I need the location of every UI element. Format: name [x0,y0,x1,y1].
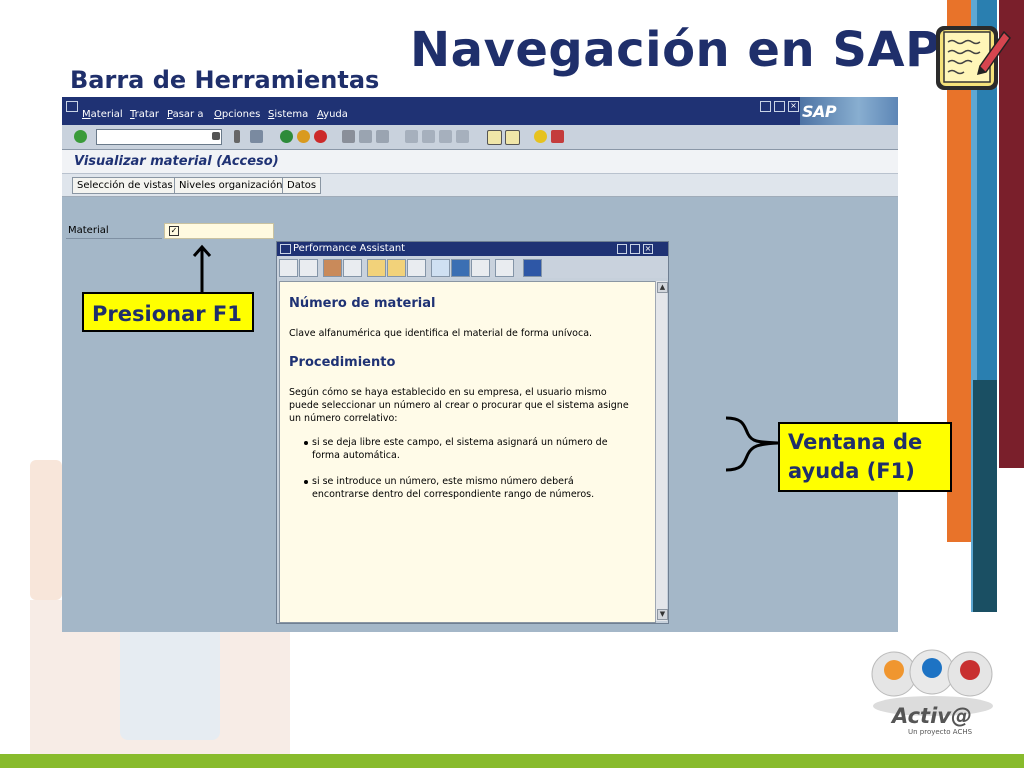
notepad-pencil-icon [936,26,1011,90]
slide-title: Navegación en SAP [410,22,941,78]
pa-content: Número de material Clave alfanumérica qu… [279,281,656,623]
bottom-bar [0,754,1024,768]
pa-settings-icon[interactable] [471,259,490,277]
menu-pasar-a[interactable]: Pasar a [167,109,203,120]
standard-toolbar [62,125,898,150]
minimize-icon[interactable] [760,101,771,112]
performance-assistant-window: Performance Assistant × Número de materi… [276,241,669,624]
bullet-dot [304,480,308,484]
menu-material[interactable]: Material [82,109,123,120]
background-decoration [30,460,62,600]
help-window-callout-line1: Ventana de [788,430,923,454]
label-underline [66,238,162,239]
pa-copy-icon[interactable] [407,259,426,277]
shortcut-icon[interactable] [505,130,520,145]
pa-toolbar [277,256,668,278]
prev-page-icon[interactable] [422,130,435,143]
niveles-organizacion-button[interactable]: Niveles organización [174,177,288,194]
sap-menubar: Material Tratar Pasar a Opciones Sistema… [62,97,898,125]
pa-book-icon[interactable] [431,259,450,277]
pa-titlebar: Performance Assistant × [277,242,668,256]
menu-tratar[interactable]: Tratar [130,109,159,120]
checkbox-icon: ✓ [169,226,179,236]
find-next-icon[interactable] [376,130,389,143]
pa-forward-icon[interactable] [299,259,318,277]
screen-title-area: Visualizar material (Acceso) [62,150,898,174]
application-toolbar: Selección de vistas Niveles organización… [62,174,898,197]
pa-bullet-item: si se deja libre este campo, el sistema … [312,437,608,461]
help-window-callout-line2: ayuda (F1) [788,459,915,483]
material-label: Material [68,225,109,236]
print-icon[interactable] [342,130,355,143]
pa-comments-icon[interactable] [387,259,406,277]
pa-text-procedure: Según cómo se haya establecido en su emp… [289,387,629,424]
pa-back-icon[interactable] [279,259,298,277]
scroll-up-icon[interactable]: ▲ [657,282,668,293]
help-icon[interactable] [534,130,547,143]
slide-subtitle: Barra de Herramientas [70,66,380,94]
menu-sistema[interactable]: Sistema [268,109,308,120]
pa-release-notes-icon[interactable] [343,259,362,277]
next-page-icon[interactable] [439,130,452,143]
enter-icon[interactable] [74,130,87,143]
pa-maximize-icon[interactable] [630,244,640,254]
pa-close-icon[interactable]: × [643,244,653,254]
cancel-icon[interactable] [314,130,327,143]
bullet-dot [304,441,308,445]
pa-window-icon [280,244,291,254]
sap-logo: SAP [802,102,837,121]
command-field[interactable] [96,129,222,145]
stripe-teal [973,380,997,612]
arrow-up-icon [192,244,212,292]
pa-technical-info-icon[interactable] [451,259,470,277]
pa-scrollbar[interactable]: ▲ ▼ [655,281,668,621]
menu-opciones[interactable]: Opciones [214,109,260,120]
layout-icon[interactable] [551,130,564,143]
pa-text-description: Clave alfanumérica que identifica el mat… [289,328,593,339]
close-icon[interactable]: × [788,101,799,112]
save-icon[interactable] [250,130,263,143]
history-icon[interactable] [212,132,220,140]
exit-icon[interactable] [297,130,310,143]
find-icon[interactable] [359,130,372,143]
pa-bullet-item: si se introduce un número, este mismo nú… [312,476,595,500]
new-session-icon[interactable] [487,130,502,145]
pa-edit-icon[interactable] [367,259,386,277]
activa-logo-text: Activ@ [892,704,972,728]
maximize-icon[interactable] [774,101,785,112]
menu-ayuda[interactable]: Ayuda [317,109,348,120]
seleccion-vistas-button[interactable]: Selección de vistas [72,177,178,194]
last-page-icon[interactable] [456,130,469,143]
press-f1-callout: Presionar F1 [82,292,254,332]
pa-heading-material-number: Número de material [289,296,436,311]
scroll-down-icon[interactable]: ▼ [657,609,668,620]
activa-tagline: Un proyecto ACHS [908,728,973,736]
pa-title: Performance Assistant [293,243,406,254]
pa-print-icon[interactable] [495,259,514,277]
arrow-left-icon[interactable] [234,130,240,143]
back-icon[interactable] [280,130,293,143]
datos-button[interactable]: Datos [282,177,322,194]
pa-glossary-icon[interactable] [323,259,342,277]
help-window-callout: Ventana de ayuda (F1) [778,422,952,492]
pa-close-window-icon[interactable] [523,259,542,277]
pa-minimize-icon[interactable] [617,244,627,254]
pa-heading-procedure: Procedimiento [289,355,396,370]
window-menu-icon[interactable] [66,101,78,112]
screen-title: Visualizar material (Acceso) [74,154,279,169]
brace-icon [725,416,779,472]
material-input[interactable]: ✓ [164,223,274,239]
first-page-icon[interactable] [405,130,418,143]
